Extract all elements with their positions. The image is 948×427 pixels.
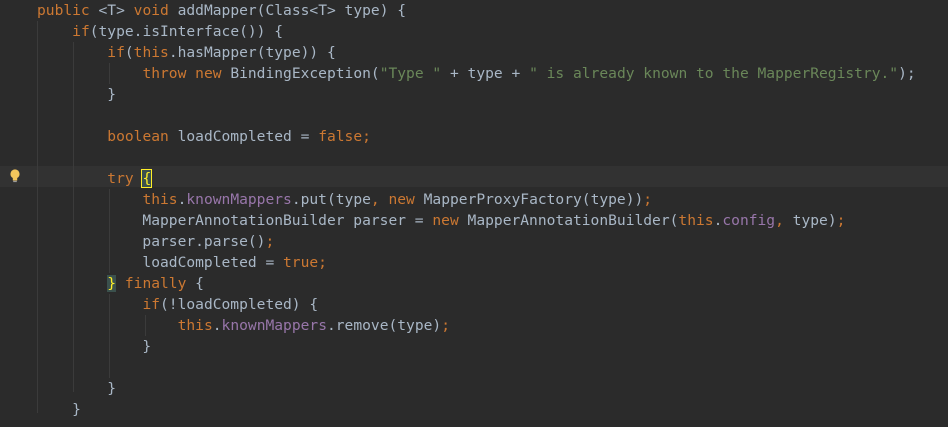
code-line[interactable]: MapperAnnotationBuilder parser = new Map… — [37, 210, 845, 231]
code-token: false — [318, 128, 363, 145]
code-token: ; — [836, 212, 846, 229]
code-token: if — [107, 44, 125, 61]
code-token: ( — [124, 44, 134, 61]
code-token: ); — [898, 65, 916, 82]
code-token: loadCompleted = — [177, 128, 319, 145]
lightbulb-icon[interactable] — [9, 168, 21, 184]
code-token: } — [37, 338, 152, 355]
code-token: .hasMapper(type)) { — [168, 44, 336, 61]
code-token: config — [722, 212, 776, 229]
code-token: { — [141, 169, 153, 188]
code-token: if — [142, 296, 161, 313]
code-token: ; — [265, 233, 275, 250]
code-token: ; — [362, 128, 371, 145]
code-token: throw new — [142, 65, 231, 82]
code-token: } — [107, 275, 117, 292]
code-token: finally — [116, 275, 196, 292]
code-token: .remove(type) — [326, 317, 442, 334]
code-token: + type + — [441, 65, 530, 82]
code-token: void — [133, 2, 178, 19]
code-token: try — [107, 170, 143, 187]
code-line[interactable]: loadCompleted = true; — [37, 252, 327, 273]
code-token: ; — [441, 317, 451, 334]
code-token: type) — [792, 212, 837, 229]
code-token: " is already known to the MapperRegistry… — [529, 65, 899, 82]
code-line[interactable]: } finally { — [37, 273, 204, 294]
code-token: <T> — [98, 2, 134, 19]
code-token: ; — [318, 254, 327, 271]
code-line[interactable]: } — [37, 399, 81, 420]
code-line[interactable]: if(!loadCompleted) { — [37, 294, 318, 315]
code-token: { — [195, 275, 204, 292]
code-line[interactable]: parser.parse(); — [37, 231, 274, 252]
code-line[interactable]: if(type.isInterface()) { — [37, 21, 283, 42]
code-token: true — [283, 254, 319, 271]
code-token: MapperAnnotationBuilder( — [467, 212, 679, 229]
code-token: new — [432, 212, 468, 229]
code-token: BindingException( — [230, 65, 380, 82]
code-editor[interactable]: public <T> void addMapper(Class<T> type)… — [0, 0, 948, 427]
code-line[interactable]: this.knownMappers.remove(type); — [37, 315, 450, 336]
code-token: loadCompleted = — [37, 254, 284, 271]
code-token: , — [775, 212, 793, 229]
code-token: parser.parse() — [37, 233, 266, 250]
code-line[interactable]: } — [37, 336, 151, 357]
code-line[interactable]: } — [37, 84, 116, 105]
code-token: this — [142, 191, 178, 208]
code-token: knownMappers — [221, 317, 327, 334]
code-line[interactable]: public <T> void addMapper(Class<T> type)… — [37, 0, 406, 21]
code-token: MapperProxyFactory(type)) — [423, 191, 644, 208]
code-token: knownMappers — [186, 191, 292, 208]
code-line[interactable]: } — [37, 378, 116, 399]
code-token: this — [678, 212, 714, 229]
code-line[interactable]: boolean loadCompleted = false; — [37, 126, 371, 147]
code-token: new — [388, 191, 424, 208]
code-token: , — [370, 191, 389, 208]
code-line[interactable]: this.knownMappers.put(type, new MapperPr… — [37, 189, 652, 210]
code-token: public — [37, 2, 99, 19]
code-line[interactable]: if(this.hasMapper(type)) { — [37, 42, 336, 63]
code-token: .put(type — [291, 191, 371, 208]
code-token: "Type " — [379, 65, 442, 82]
code-token: ; — [643, 191, 653, 208]
code-token: (type.isInterface()) { — [89, 23, 284, 40]
code-line[interactable]: throw new BindingException("Type " + typ… — [37, 63, 916, 84]
code-token: boolean — [107, 128, 178, 145]
code-token: if — [72, 23, 90, 40]
code-line[interactable]: try { — [37, 168, 153, 189]
code-token: } — [37, 380, 117, 397]
code-token: this — [133, 44, 169, 61]
code-token: } — [37, 401, 81, 418]
code-token: } — [37, 86, 117, 103]
code-token: this — [177, 317, 213, 334]
code-token: . — [212, 317, 222, 334]
code-token: MapperAnnotationBuilder parser = — [37, 212, 433, 229]
code-token: addMapper(Class<T> type) { — [177, 2, 407, 19]
code-token: (!loadCompleted) { — [160, 296, 319, 313]
editor-gutter[interactable] — [0, 0, 30, 427]
